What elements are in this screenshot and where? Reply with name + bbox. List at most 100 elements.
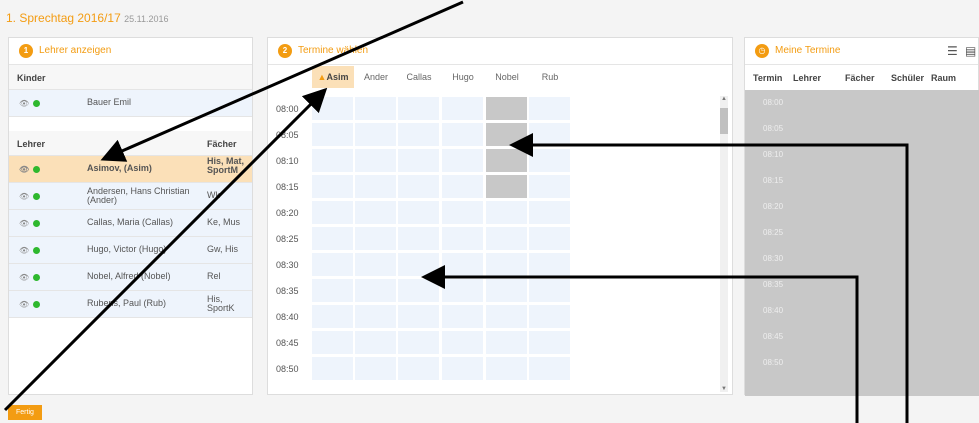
free-slot[interactable] xyxy=(355,253,396,276)
free-slot[interactable] xyxy=(355,279,396,302)
eye-icon[interactable]: 👁 xyxy=(19,246,29,255)
eye-icon[interactable]: 👁 xyxy=(19,99,29,108)
free-slot[interactable] xyxy=(355,97,396,120)
free-slot[interactable] xyxy=(312,305,353,328)
grid-scrollbar[interactable]: ▲ ▼ xyxy=(720,96,728,392)
eye-icon[interactable]: 👁 xyxy=(19,165,29,174)
free-slot[interactable] xyxy=(355,149,396,172)
free-slot[interactable] xyxy=(398,175,439,198)
free-slot[interactable] xyxy=(398,97,439,120)
teacher-column-header[interactable]: Nobel xyxy=(486,66,528,88)
kinder-row[interactable]: 👁 Bauer Emil xyxy=(9,90,252,117)
eye-icon[interactable]: 👁 xyxy=(19,219,29,228)
free-slot[interactable] xyxy=(355,175,396,198)
free-slot[interactable] xyxy=(398,279,439,302)
free-slot[interactable] xyxy=(529,201,570,224)
booked-slot[interactable] xyxy=(486,97,527,120)
free-slot[interactable] xyxy=(398,123,439,146)
free-slot[interactable] xyxy=(312,175,353,198)
free-slot[interactable] xyxy=(529,149,570,172)
free-slot[interactable] xyxy=(312,227,353,250)
free-slot[interactable] xyxy=(312,123,353,146)
free-slot[interactable] xyxy=(442,149,483,172)
lehrer-row[interactable]: 👁 Nobel, Alfred (Nobel) Rel xyxy=(9,264,252,291)
free-slot[interactable] xyxy=(355,123,396,146)
scroll-down-icon[interactable]: ▼ xyxy=(720,386,728,392)
free-slot[interactable] xyxy=(529,227,570,250)
free-slot[interactable] xyxy=(312,253,353,276)
teacher-column-header[interactable]: Hugo xyxy=(442,66,484,88)
free-slot[interactable] xyxy=(312,331,353,354)
free-slot[interactable] xyxy=(486,227,527,250)
free-slot[interactable] xyxy=(529,331,570,354)
free-slot[interactable] xyxy=(486,279,527,302)
free-slot[interactable] xyxy=(312,97,353,120)
eye-icon[interactable]: 👁 xyxy=(19,300,29,309)
lehrer-row[interactable]: 👁 Andersen, Hans Christian (Ander) Wk xyxy=(9,183,252,210)
free-slot[interactable] xyxy=(486,357,527,380)
teacher-panel-title: Lehrer anzeigen xyxy=(39,45,112,56)
free-slot[interactable] xyxy=(442,227,483,250)
free-slot[interactable] xyxy=(442,175,483,198)
free-slot[interactable] xyxy=(398,305,439,328)
free-slot[interactable] xyxy=(486,331,527,354)
free-slot[interactable] xyxy=(355,201,396,224)
print-icon[interactable]: ☰ xyxy=(947,44,958,58)
free-slot[interactable] xyxy=(355,357,396,380)
free-slot[interactable] xyxy=(529,123,570,146)
fertig-button[interactable]: Fertig xyxy=(8,405,42,420)
free-slot[interactable] xyxy=(312,279,353,302)
status-dot-icon xyxy=(33,166,40,173)
booked-slot[interactable] xyxy=(486,149,527,172)
free-slot[interactable] xyxy=(529,305,570,328)
free-slot[interactable] xyxy=(442,97,483,120)
lehrer-row[interactable]: 👁 Rubens, Paul (Rub) His, SportK xyxy=(9,291,252,318)
booked-slot[interactable] xyxy=(486,123,527,146)
eye-icon[interactable]: 👁 xyxy=(19,273,29,282)
lehrer-faecher: Wk xyxy=(207,190,220,200)
free-slot[interactable] xyxy=(442,253,483,276)
free-slot[interactable] xyxy=(529,357,570,380)
free-slot[interactable] xyxy=(312,201,353,224)
free-slot[interactable] xyxy=(398,227,439,250)
free-slot[interactable] xyxy=(442,305,483,328)
timeslot-time: 08:45 xyxy=(276,338,299,348)
kinder-header: Kinder xyxy=(9,65,252,90)
free-slot[interactable] xyxy=(529,175,570,198)
free-slot[interactable] xyxy=(398,357,439,380)
scroll-up-icon[interactable]: ▲ xyxy=(720,96,728,102)
free-slot[interactable] xyxy=(442,123,483,146)
free-slot[interactable] xyxy=(442,357,483,380)
free-slot[interactable] xyxy=(442,201,483,224)
lehrer-row[interactable]: 👁 Asimov, (Asim) His, Mat, SportM xyxy=(9,156,252,183)
free-slot[interactable] xyxy=(486,305,527,328)
free-slot[interactable] xyxy=(355,227,396,250)
scrollbar-thumb[interactable] xyxy=(720,108,728,134)
teacher-column-header[interactable]: ▲Asim xyxy=(312,66,354,88)
teacher-column-header[interactable]: Rub xyxy=(529,66,571,88)
timeslot-row: 08:30 xyxy=(268,252,718,278)
free-slot[interactable] xyxy=(442,331,483,354)
teacher-column-label: Rub xyxy=(541,72,559,82)
booked-slot[interactable] xyxy=(486,175,527,198)
lehrer-row[interactable]: 👁 Callas, Maria (Callas) Ke, Mus xyxy=(9,210,252,237)
free-slot[interactable] xyxy=(312,357,353,380)
free-slot[interactable] xyxy=(355,305,396,328)
teacher-column-header[interactable]: Ander xyxy=(355,66,397,88)
free-slot[interactable] xyxy=(486,253,527,276)
free-slot[interactable] xyxy=(355,331,396,354)
free-slot[interactable] xyxy=(529,97,570,120)
eye-icon[interactable]: 👁 xyxy=(19,192,29,201)
free-slot[interactable] xyxy=(486,201,527,224)
free-slot[interactable] xyxy=(398,253,439,276)
pdf-icon[interactable]: ▤ xyxy=(965,44,976,58)
free-slot[interactable] xyxy=(442,279,483,302)
teacher-column-header[interactable]: Callas xyxy=(398,66,440,88)
free-slot[interactable] xyxy=(529,279,570,302)
free-slot[interactable] xyxy=(398,149,439,172)
lehrer-row[interactable]: 👁 Hugo, Victor (Hugo) Gw, His xyxy=(9,237,252,264)
free-slot[interactable] xyxy=(529,253,570,276)
free-slot[interactable] xyxy=(398,331,439,354)
free-slot[interactable] xyxy=(398,201,439,224)
free-slot[interactable] xyxy=(312,149,353,172)
